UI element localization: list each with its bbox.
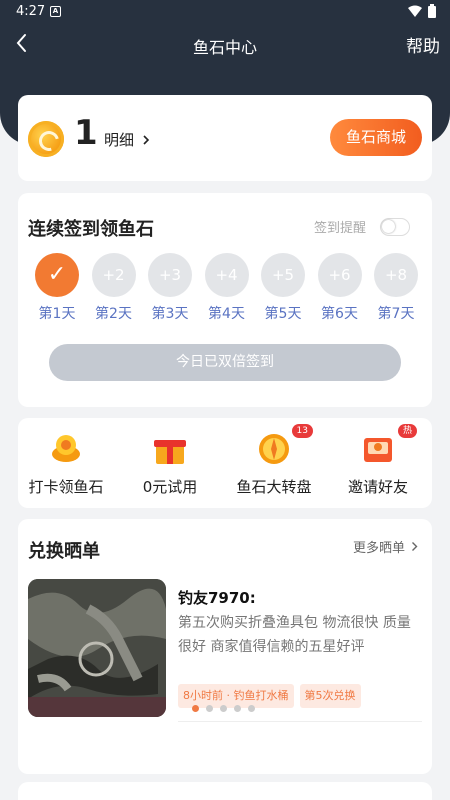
signin-title: 连续签到领鱼石 [28, 219, 154, 240]
chevron-right-icon [412, 542, 418, 551]
battery-icon [428, 4, 436, 18]
balance-amount: 1 [74, 113, 98, 153]
entry-wheel[interactable]: 13 鱼石大转盘 [224, 424, 324, 497]
entry-fish-stone[interactable]: 打卡领鱼石 [16, 432, 116, 497]
day-label: 第3天 [151, 306, 189, 322]
entry-card: 打卡领鱼石 0元试用 13 鱼石大转盘热邀请好友 [18, 418, 432, 508]
reminder-toggle[interactable] [380, 217, 410, 236]
day-label: 第1天 [38, 306, 76, 322]
signin-day: ✓ 第1天 [34, 253, 80, 323]
status-time: 4:27 [16, 4, 46, 19]
carousel-dot[interactable] [220, 705, 227, 712]
reviewer-name: 钓友7970: [178, 589, 256, 607]
balance-card: 1 明细 鱼石商城 [18, 95, 432, 181]
day-reward: +8 [374, 253, 418, 297]
day-reward: +5 [261, 253, 305, 297]
day-label: 第6天 [321, 306, 358, 322]
detail-label: 明细 [104, 131, 135, 149]
entry-invite[interactable]: 热邀请好友 [328, 424, 428, 497]
notification-icon: A [50, 6, 61, 17]
badge: 13 [291, 424, 313, 438]
signin-card: 连续签到领鱼石 签到提醒 ✓ 第1天 +2 第2天 +3 第3天 +4 第4天 +5 第5天 +6 第… [18, 193, 432, 407]
carousel-dot[interactable] [206, 705, 213, 712]
carousel-dot[interactable] [248, 705, 255, 712]
wifi-icon [408, 5, 422, 17]
more-label: 更多晒单 [352, 541, 405, 556]
day-label: 第5天 [264, 306, 302, 322]
day-reward: +4 [204, 253, 249, 297]
day-label: 第2天 [95, 306, 132, 322]
camo-bag-image [28, 579, 166, 717]
divider [178, 721, 422, 722]
signin-day: +4 第4天 [204, 253, 250, 323]
carousel-dots [192, 705, 255, 712]
product-photo[interactable] [28, 579, 166, 717]
double-signin-button[interactable]: 今日已双倍签到 [49, 344, 401, 381]
signin-day: +6 第6天 [317, 253, 363, 323]
day-reward: +6 [317, 253, 362, 297]
entry-label: 0元试用 [142, 478, 198, 496]
entry-label: 鱼石大转盘 [236, 478, 312, 496]
carousel-dot[interactable] [234, 705, 241, 712]
status-icons [408, 4, 436, 18]
gift-icon [153, 432, 187, 466]
nav-bar: 鱼石中心 帮助 [0, 24, 450, 64]
fish-stone-icon [49, 432, 83, 466]
entry-label: 打卡领鱼石 [28, 478, 104, 496]
fish-stone-coin-icon [28, 121, 64, 157]
next-card [18, 782, 432, 800]
detail-link[interactable]: 明细 [104, 129, 150, 150]
chevron-right-icon [143, 134, 150, 145]
wheel-icon: 13 [257, 424, 313, 466]
badge: 热 [397, 424, 417, 438]
showcase-card: 兑换晒单 更多晒单 钓友7970: 第五次购买折叠渔具包 物流很快 质量很好 商… [18, 519, 432, 774]
checkmark-icon: ✓ [35, 253, 79, 297]
reminder-label: 签到提醒 [313, 221, 366, 236]
showcase-title: 兑换晒单 [28, 541, 100, 562]
reminder-control: 签到提醒 [314, 217, 410, 236]
count-tag: 第5次兑换 [299, 684, 361, 708]
review-text: 第五次购买折叠渔具包 物流很快 质量很好 商家值得信赖的五星好评 [178, 615, 411, 655]
day-reward: +3 [148, 253, 192, 297]
page-title: 鱼石中心 [192, 38, 257, 57]
invite-icon: 热 [361, 424, 417, 466]
signin-day: +2 第2天 [91, 253, 137, 323]
signin-day: +3 第3天 [147, 253, 193, 323]
entry-label: 邀请好友 [347, 478, 408, 496]
mall-button[interactable]: 鱼石商城 [330, 119, 422, 156]
day-label: 第4天 [208, 306, 245, 322]
status-bar: 4:27 A [0, 0, 450, 24]
day-label: 第7天 [377, 306, 415, 322]
entry-gift[interactable]: 0元试用 [120, 432, 220, 497]
signin-day: +5 第5天 [260, 253, 306, 323]
help-link[interactable]: 帮助 [406, 32, 440, 57]
signin-day: +8 第7天 [373, 253, 419, 323]
more-showcase-link[interactable]: 更多晒单 [353, 537, 418, 556]
carousel-dot[interactable] [192, 705, 199, 712]
day-reward: +2 [91, 253, 136, 297]
